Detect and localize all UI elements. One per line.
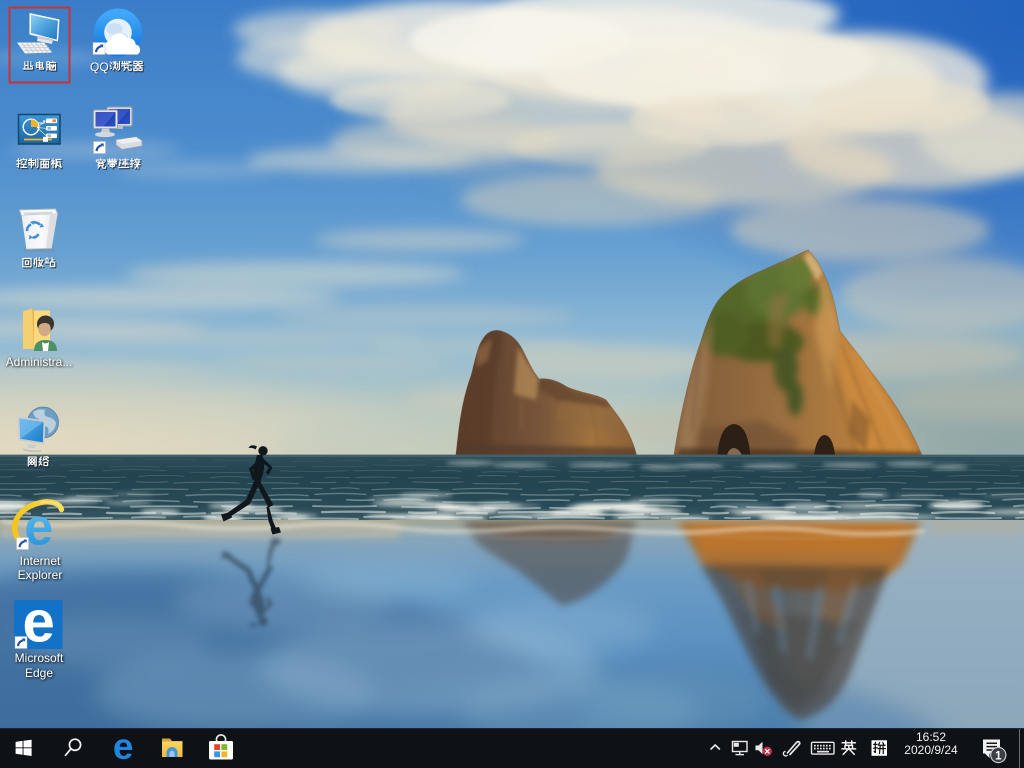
svg-text:1: 1 (995, 750, 1002, 762)
svg-text:QQ: QQ (90, 60, 109, 74)
svg-text:e: e (113, 726, 134, 767)
svg-text:e: e (22, 590, 54, 655)
